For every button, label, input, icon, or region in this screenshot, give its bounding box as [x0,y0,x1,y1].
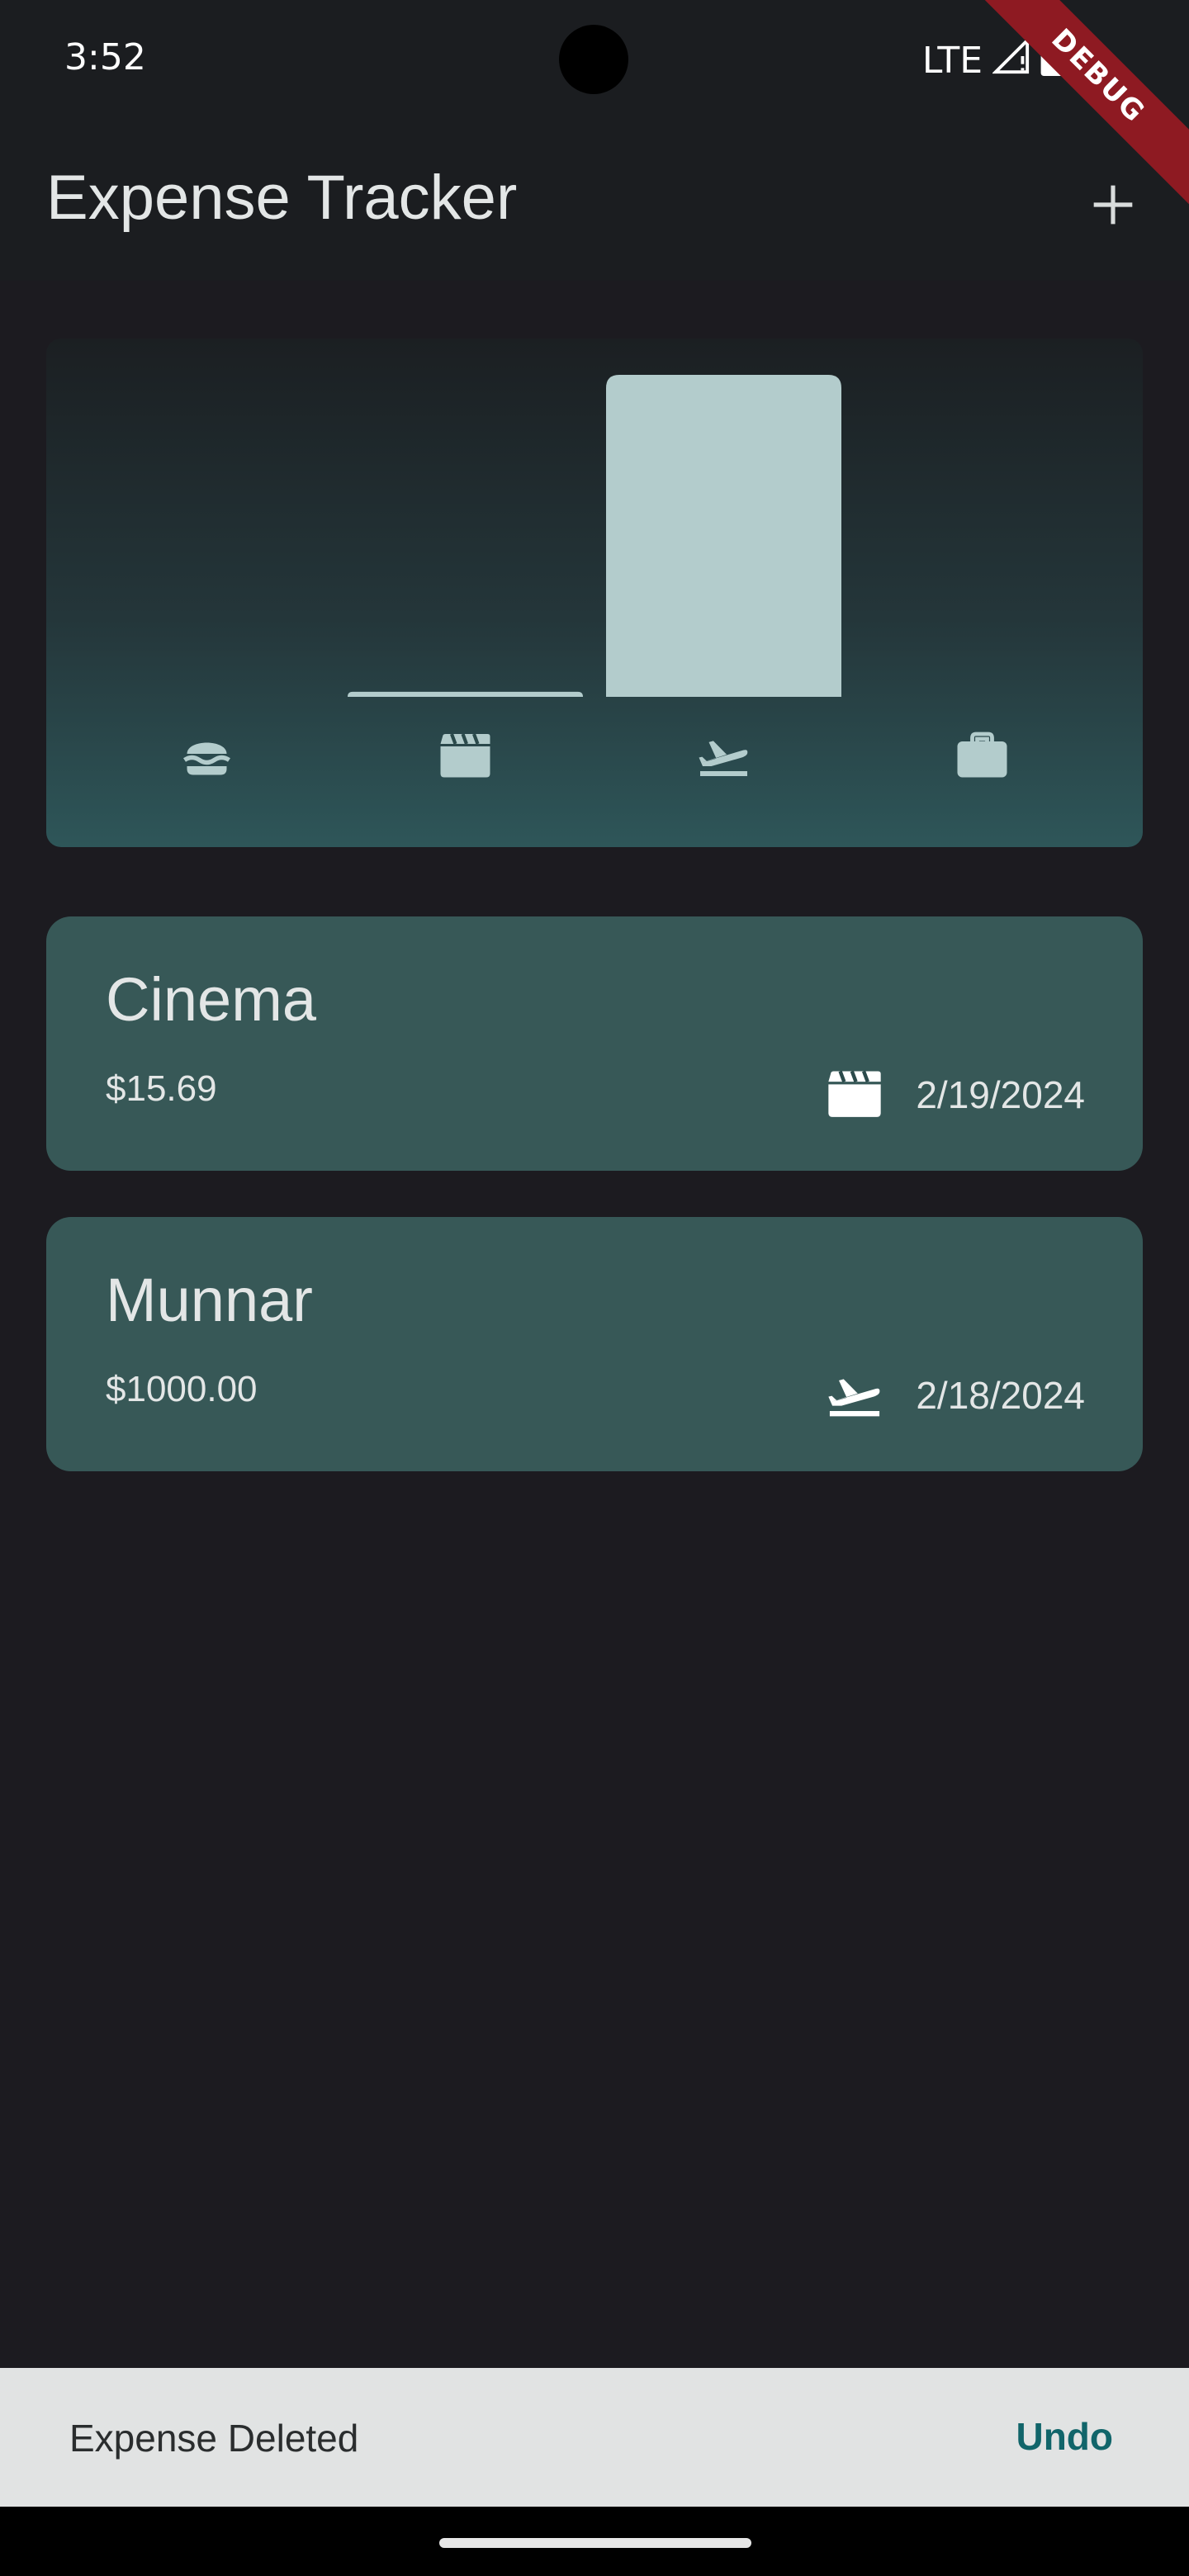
expense-date: 2/18/2024 [916,1374,1085,1417]
snackbar: Expense Deleted Undo [0,2368,1189,2507]
chart-bar-travel [606,375,841,697]
camera-cutout [559,25,628,94]
status-time: 3:52 [64,36,146,78]
add-expense-button[interactable] [1073,165,1153,244]
briefcase-icon [957,732,1007,778]
clapperboard-icon [440,733,490,778]
chart-svg [183,375,1007,778]
flight-takeoff-icon-glyph [828,1379,880,1417]
clapperboard-icon-glyph [828,1070,882,1117]
screen: 3:52 LTE DEBUG Expense Tracker Cinema $1… [0,0,1189,2576]
expense-date: 2/19/2024 [916,1073,1085,1116]
clapperboard-icon [828,1070,882,1117]
expense-amount: $15.69 [106,1068,217,1109]
app-title: Expense Tracker [46,163,518,233]
expense-title: Cinema [106,965,316,1034]
expense-chart [46,339,1143,847]
signal-icon [992,36,1030,84]
expense-title: Munnar [106,1266,313,1334]
flight-takeoff-icon [699,741,748,776]
expense-meta: 2/19/2024 [823,1063,1085,1126]
navigation-bar [0,2507,1189,2576]
flight-takeoff-icon [828,1379,880,1417]
home-indicator[interactable] [439,2538,751,2548]
expense-card[interactable]: Cinema $15.69 2/19/2024 [46,916,1143,1171]
undo-button[interactable]: Undo [1016,2414,1113,2459]
app-bar: Expense Tracker [0,124,1189,281]
expense-amount: $1000.00 [106,1369,258,1409]
network-label: LTE [921,40,983,82]
chart-bar-leisure [348,691,583,697]
snackbar-message: Expense Deleted [69,2417,359,2460]
expense-card[interactable]: Munnar $1000.00 2/18/2024 [46,1217,1143,1471]
plus-icon [1093,185,1133,225]
burger-icon [183,742,230,775]
expense-meta: 2/18/2024 [823,1364,1085,1427]
